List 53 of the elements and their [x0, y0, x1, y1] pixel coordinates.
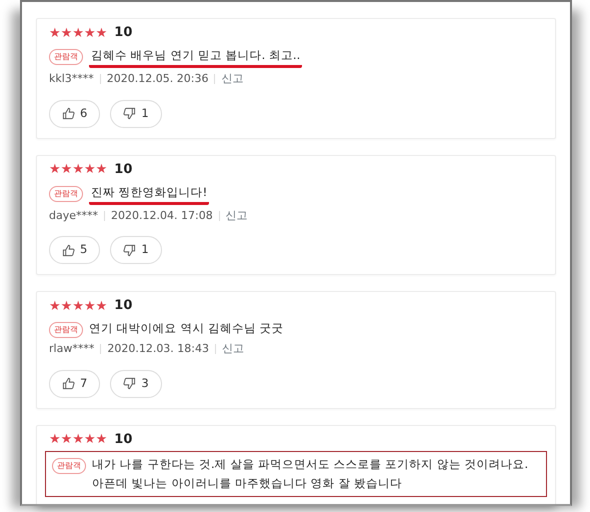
username: daye**** — [49, 208, 98, 224]
review-text: 김혜수 배우님 연기 믿고 봅니다. 최고.. — [89, 46, 302, 68]
star-icon: ★ — [96, 26, 108, 40]
dislike-button[interactable]: 1 — [110, 100, 162, 128]
thumbs-up-icon — [62, 377, 75, 390]
star-icon: ★ — [60, 26, 72, 40]
rating-score: 10 — [114, 24, 132, 42]
viewer-badge: 관람객 — [52, 458, 86, 474]
viewer-badge: 관람객 — [49, 322, 83, 338]
viewer-badge: 관람객 — [49, 49, 83, 65]
rating-score: 10 — [114, 160, 132, 179]
like-button[interactable]: 5 — [49, 236, 100, 264]
thumbs-down-icon — [123, 244, 136, 256]
star-icon: ★ — [72, 26, 84, 40]
star-icon: ★ — [96, 300, 108, 312]
star-icon: ★ — [84, 163, 96, 176]
star-icon: ★ — [84, 300, 96, 312]
star-icon: ★ — [49, 433, 61, 446]
star-icon: ★ — [60, 433, 72, 446]
star-icon: ★ — [72, 300, 84, 312]
review-text: 연기 대박이에요 역시 김혜수님 굿굿 — [89, 320, 284, 337]
like-button[interactable]: 7 — [49, 370, 100, 398]
star-icon: ★ — [60, 300, 72, 312]
viewer-badge: 관람객 — [49, 186, 83, 202]
thumbs-down-icon — [123, 107, 136, 120]
review-date: 2020.12.05. 20:36 — [106, 71, 208, 87]
rating-score: 10 — [114, 430, 132, 449]
thumbs-up-icon — [62, 244, 75, 256]
review-text: 진짜 찡한영화입니다! — [89, 182, 210, 204]
report-link[interactable]: 신고 — [221, 71, 244, 88]
username: kkl3**** — [49, 71, 94, 87]
review-text: 내가 나를 구한다는 것.제 살을 파먹으면서도 스스로를 포기하지 않는 것이려나요.아픈데 빛나는 아이러니를 마주했습니다 영화 잘 봤습니다 — [92, 456, 530, 492]
star-icon: ★ — [49, 300, 61, 312]
star-icon: ★ — [96, 433, 108, 446]
star-icon: ★ — [96, 163, 108, 176]
username: rlaw**** — [49, 341, 94, 357]
star-icon: ★ — [72, 163, 84, 176]
dislike-button[interactable]: 1 — [110, 236, 162, 264]
review-date: 2020.12.04. 17:08 — [111, 208, 213, 224]
star-icon: ★ — [49, 26, 61, 40]
thumbs-down-icon — [123, 377, 136, 390]
review-date: 2020.12.03. 18:43 — [107, 341, 210, 357]
dislike-button[interactable]: 3 — [110, 370, 162, 398]
star-icon: ★ — [49, 163, 61, 176]
rating-score: 10 — [114, 297, 132, 316]
thumbs-up-icon — [62, 107, 75, 120]
like-button[interactable]: 6 — [49, 100, 100, 128]
star-icon: ★ — [72, 433, 84, 446]
star-icon: ★ — [84, 433, 96, 446]
report-link[interactable]: 신고 — [226, 208, 248, 224]
report-link[interactable]: 신고 — [222, 341, 244, 358]
star-icon: ★ — [60, 163, 72, 176]
star-icon: ★ — [84, 26, 96, 40]
